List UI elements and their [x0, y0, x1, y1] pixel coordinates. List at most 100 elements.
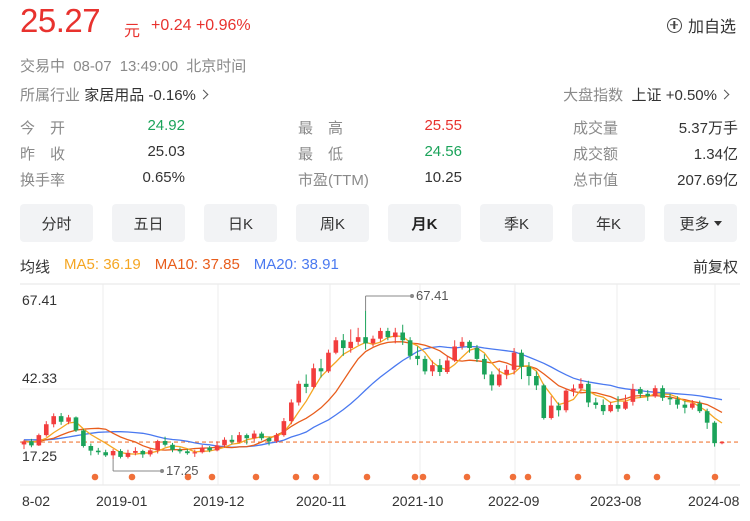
candle-body	[385, 330, 391, 338]
candle-body	[214, 445, 220, 451]
add-watchlist-button[interactable]: 加自选	[666, 13, 736, 37]
candle-body	[237, 435, 242, 442]
ma10-value: MA10: 37.85	[154, 256, 240, 273]
candle-body	[526, 366, 532, 377]
candle-body	[667, 397, 673, 400]
status-datetime: 08-07 13:49:00	[73, 58, 179, 75]
change-pct: +0.96%	[195, 17, 251, 34]
dividend-marker	[91, 473, 99, 481]
dividend-marker	[252, 473, 260, 481]
tab-5[interactable]: 季K	[480, 204, 553, 242]
status-text: 交易中	[20, 58, 66, 75]
industry-link[interactable]: 所属行业 家居用品 -0.16%	[20, 84, 209, 105]
dividend-marker	[524, 473, 532, 481]
candle-body	[58, 416, 64, 422]
candle-body	[623, 401, 628, 409]
dividend-marker	[312, 473, 320, 481]
candle-body	[586, 383, 591, 403]
quote-label: 成交量	[573, 120, 619, 137]
adjust-mode-button[interactable]: 前复权	[693, 256, 738, 277]
x-tick-label: 2019-01	[96, 493, 148, 509]
candle-body	[689, 403, 695, 408]
candle-body	[103, 452, 108, 456]
change-value: +0.24	[151, 17, 192, 34]
ma20-value: MA20: 38.91	[253, 256, 339, 273]
y-tick-label: 17.25	[22, 448, 57, 464]
candle-body	[645, 393, 651, 397]
quote-value: 24.56	[424, 143, 462, 160]
candle-body	[21, 441, 27, 445]
max-label: 67.41	[416, 288, 449, 303]
tab-4[interactable]: 月K	[388, 204, 461, 242]
candle-body	[660, 388, 665, 398]
y-tick-label: 67.41	[22, 292, 57, 308]
price-unit: 元	[124, 23, 141, 40]
candle-body	[318, 368, 324, 372]
candle-body	[511, 352, 517, 370]
candle-body	[303, 383, 309, 387]
market-label: 大盘指数	[563, 87, 624, 104]
tab-2[interactable]: 日K	[204, 204, 277, 242]
quote-value: 1.34亿	[693, 146, 738, 163]
tab-6[interactable]: 年K	[572, 204, 645, 242]
ma-label: 均线	[20, 259, 51, 276]
candle-body	[407, 340, 413, 356]
quote-label: 最 高	[298, 120, 344, 137]
dividend-marker	[653, 473, 661, 481]
candle-body	[95, 450, 101, 453]
x-tick-label: 2021-10	[392, 493, 444, 509]
candle-body	[311, 368, 316, 387]
candle-body	[363, 337, 368, 344]
dividend-marker	[292, 473, 300, 481]
candle-body	[43, 424, 49, 436]
dividend-marker	[509, 473, 517, 481]
candle-body	[630, 389, 636, 402]
candle-body	[355, 337, 361, 342]
industry-label: 所属行业	[20, 87, 81, 104]
chevron-right-icon	[719, 89, 730, 100]
candle-body	[467, 341, 472, 349]
market-value: 上证 +0.50%	[631, 87, 717, 104]
candle-body	[615, 404, 621, 409]
candle-body	[170, 444, 175, 450]
candle-body	[266, 438, 272, 442]
caret-down-icon	[713, 220, 722, 226]
x-tick-label: 2019-12	[193, 493, 245, 509]
candle-body	[400, 332, 406, 341]
candle-body	[29, 441, 34, 446]
quote-value: 24.92	[147, 117, 185, 134]
candle-body	[437, 365, 443, 372]
candle-body	[51, 416, 57, 425]
tab-1[interactable]: 五日	[112, 204, 185, 242]
kline-chart[interactable]: 67.41 42.33 17.25 8-02 2019-01 2019-12 2020-11…	[0, 282, 750, 521]
market-index-link[interactable]: 大盘指数 上证 +0.50%	[563, 84, 730, 105]
candle-body	[719, 442, 725, 444]
dividend-marker	[208, 473, 216, 481]
tab-label: 更多	[679, 215, 710, 233]
candle-body	[378, 330, 383, 339]
tab-3[interactable]: 周K	[296, 204, 369, 242]
tab-7[interactable]: 更多	[664, 204, 737, 242]
candle-body	[133, 450, 138, 453]
candle-body	[422, 358, 428, 372]
x-tick-label: 2020-11	[296, 493, 347, 509]
candle-body	[162, 441, 168, 445]
dividend-marker	[363, 473, 371, 481]
candle-body	[459, 341, 465, 347]
y-tick-label: 42.33	[22, 370, 57, 386]
candle-body	[185, 451, 190, 454]
quote-label: 成交额	[573, 146, 619, 163]
candle-body	[652, 388, 658, 397]
tab-0[interactable]: 分时	[20, 204, 93, 242]
candle-body	[496, 374, 502, 386]
candle-body	[140, 450, 146, 455]
tab-label: 周K	[319, 215, 345, 233]
candle-body	[192, 452, 198, 454]
candle-body	[251, 433, 257, 439]
candle-body	[556, 405, 561, 411]
quote-value: 10.25	[424, 169, 462, 186]
candle-body	[444, 360, 450, 372]
x-tick-label: 2022-09	[488, 493, 540, 509]
candle-body	[207, 447, 212, 451]
candle-body	[348, 341, 354, 349]
